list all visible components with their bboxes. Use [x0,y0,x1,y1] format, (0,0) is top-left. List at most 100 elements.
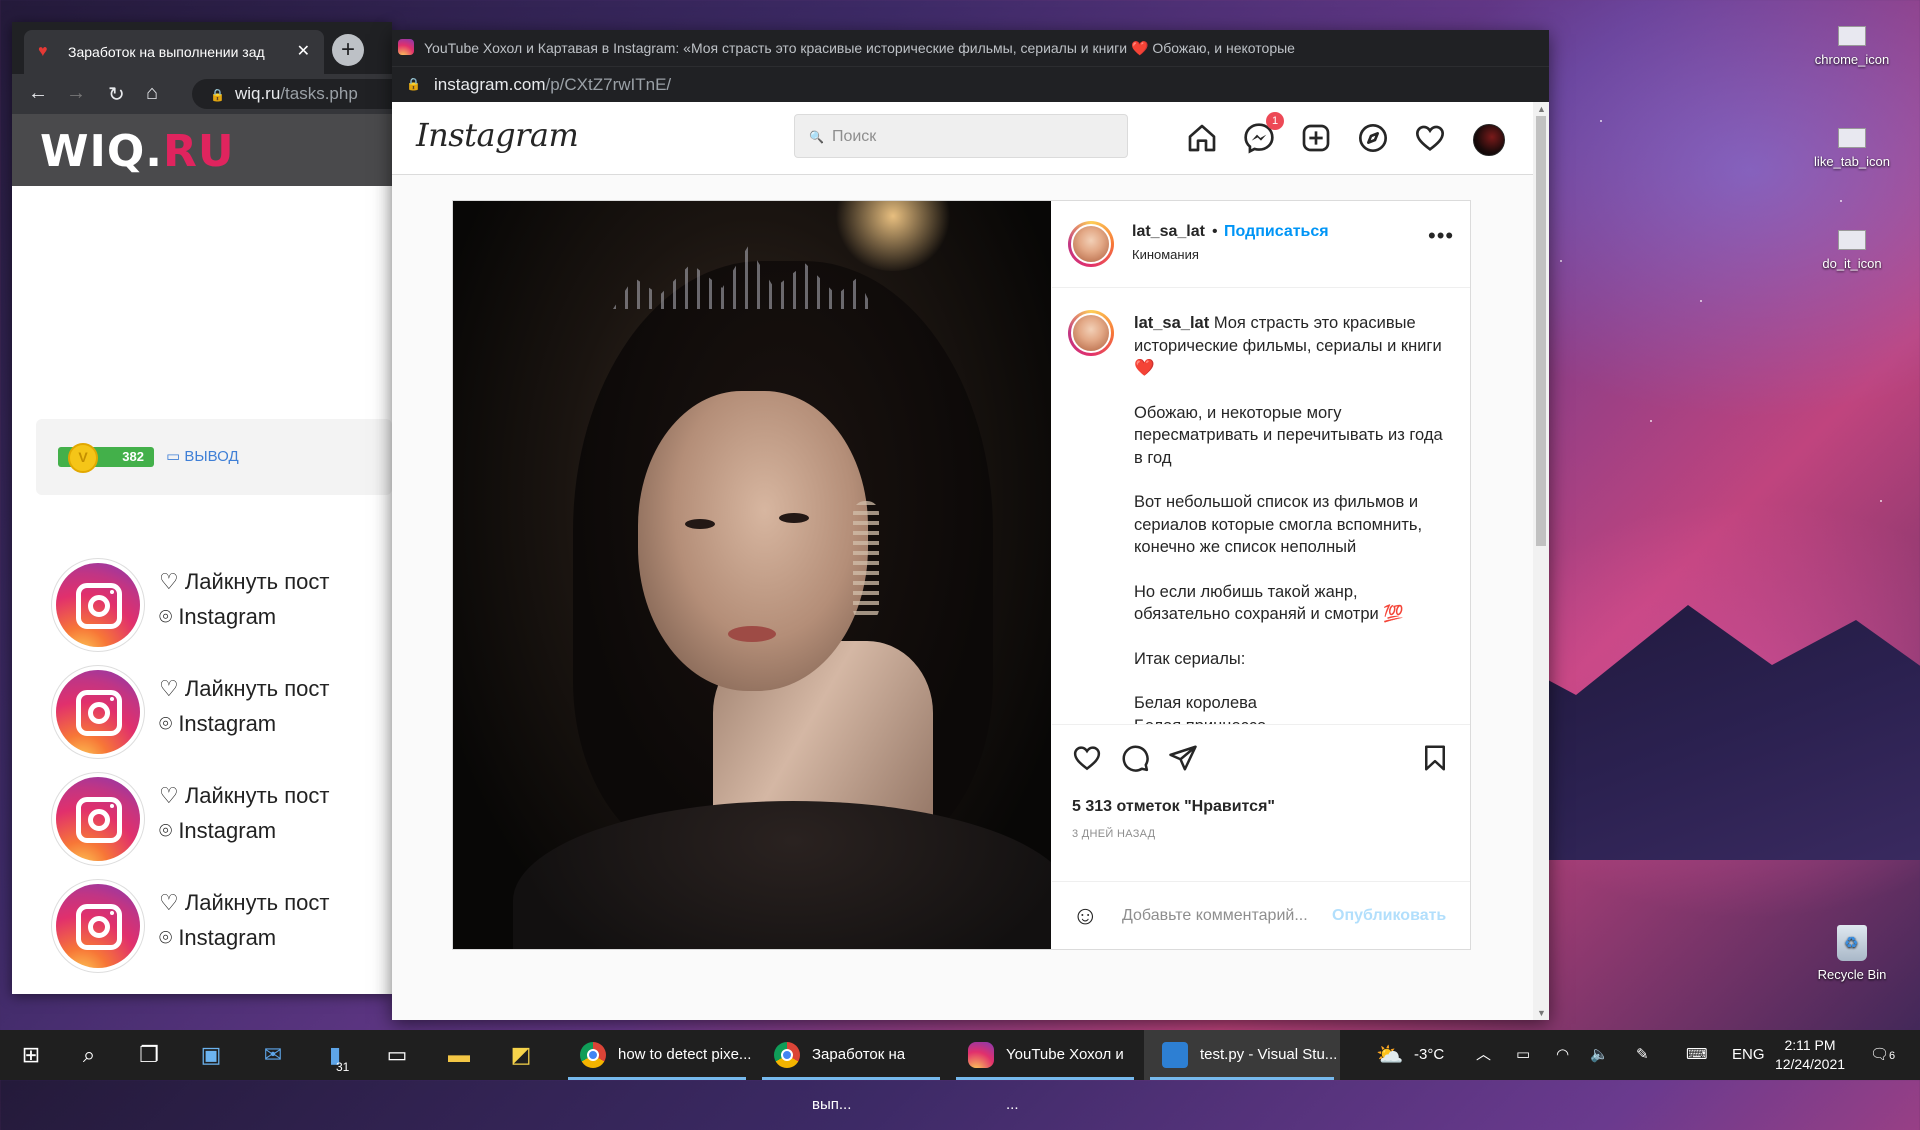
calendar-icon[interactable]: ▮ 31 [322,1042,349,1074]
notification-center-icon[interactable]: 🗨6 [1870,1030,1895,1080]
site-header: WIQ.RU [12,114,392,186]
lock-icon: 🔒 [210,88,225,102]
pen-icon[interactable]: ✎ [1636,1030,1649,1080]
reload-icon[interactable]: ↻ [108,82,125,107]
home-icon[interactable] [1186,122,1218,154]
caption-username[interactable]: lat_sa_lat [1134,314,1209,332]
separator-dot: • [1212,223,1218,240]
instagram-small-icon: ⌾ [159,925,179,950]
publish-button[interactable]: Опубликовать [1332,907,1446,925]
task-action: ♡ Лайкнуть пост [159,676,330,701]
author-subtitle: Киномания [1132,247,1199,262]
vscode-icon [1162,1042,1188,1068]
task-action: ♡ Лайкнуть пост [159,783,330,808]
mail-icon[interactable]: ✉ [260,1042,286,1068]
desktop-icon-recycle-bin[interactable]: Recycle Bin [1797,925,1907,982]
explore-icon[interactable] [1357,122,1389,154]
url-text: instagram.com/p/CXtZ7rwITnE/ [434,75,672,94]
taskbar-app[interactable]: test.py - Visual Stu... [1144,1030,1340,1080]
caption-paragraph: Итак сериалы: [1134,649,1246,668]
likes-count[interactable]: 5 313 отметок "Нравится" [1072,798,1275,816]
wifi-icon[interactable]: ◠ [1556,1030,1569,1080]
chrome-icon [774,1042,800,1068]
caption-paragraph: Обожаю, и некоторые могу пересматривать … [1134,403,1443,467]
task-action: ♡ Лайкнуть пост [159,569,330,594]
forward-icon[interactable]: → [66,82,86,105]
instagram-logo-icon [56,777,140,861]
taskbar-app[interactable]: how to detect pixe... [562,1030,752,1080]
show-hidden-icons-icon[interactable]: ︿ [1476,1030,1491,1080]
wiq-logo[interactable]: WIQ.RU [40,126,235,177]
volume-icon[interactable]: 🔈 [1590,1030,1609,1080]
author-username[interactable]: lat_sa_lat [1132,223,1205,241]
search-input[interactable]: 🔍 Поиск [794,114,1128,158]
windows-start-icon[interactable]: ⊞ [18,1042,44,1068]
post-time[interactable]: 3 ДНЕЙ НАЗАД [1072,828,1155,840]
close-tab-icon[interactable]: ✕ [297,41,310,61]
taskbar-app[interactable]: YouTube Хохол и ... [950,1030,1140,1113]
wallet-icon: ▭ [166,448,185,465]
save-bookmark-icon[interactable] [1420,743,1450,773]
lock-icon: 🔒 [406,77,421,91]
follow-button[interactable]: Подписаться [1224,223,1329,241]
instagram-small-icon: ⌾ [159,818,179,843]
file-explorer-icon[interactable]: ▬ [446,1042,472,1068]
contacts-app-icon[interactable]: ▣ [198,1042,224,1068]
post-image[interactable] [453,201,1051,949]
new-post-icon[interactable] [1300,122,1332,154]
activity-heart-icon[interactable] [1414,122,1446,154]
author-avatar[interactable] [1068,221,1114,267]
battery-icon[interactable]: ▭ [1516,1030,1530,1080]
task-item[interactable]: ♡ Лайкнуть пост ⌾ Instagram [44,557,384,653]
new-tab-button[interactable]: + [332,34,364,66]
taskbar-app[interactable]: Заработок на вып... [756,1030,946,1113]
file-icon [1838,128,1866,148]
language-indicator[interactable]: ENG [1732,1030,1765,1080]
post-actions: 5 313 отметок "Нравится" 3 ДНЕЙ НАЗАД [1052,724,1470,850]
window-title: YouTube Хохол и Картавая в Instagram: «М… [424,40,1295,56]
terminal-icon[interactable]: ▭ [384,1042,410,1068]
desktop-icon-like-tab[interactable]: like_tab_icon [1797,128,1907,169]
task-item[interactable]: ♡ Лайкнуть пост ⌾ Instagram [44,878,384,974]
chrome-icon [580,1042,606,1068]
task-action: ♡ Лайкнуть пост [159,890,330,915]
sticky-notes-icon[interactable]: ◩ [508,1042,534,1068]
balance-panel: 382 V ▭ ВЫВОД [36,419,392,495]
task-view-icon[interactable]: ❐ [136,1042,162,1068]
post-header: lat_sa_lat • Подписаться Киномания ••• [1052,201,1470,288]
back-icon[interactable]: ← [28,82,48,105]
comment-icon[interactable] [1120,743,1150,773]
like-heart-icon[interactable] [1072,743,1102,773]
keyboard-icon[interactable]: ⌨ [1686,1030,1708,1080]
desktop-icon-label: Recycle Bin [1817,967,1887,982]
scrollbar-thumb[interactable] [1536,116,1546,546]
address-bar[interactable]: 🔒 wiq.ru/tasks.php [192,79,392,109]
instagram-wordmark[interactable]: Instagram [416,116,579,154]
window-title-bar: YouTube Хохол и Картавая в Instagram: «М… [392,30,1549,66]
page-scrollbar[interactable]: ▲ ▼ [1533,102,1549,1020]
desktop-icon-label: do_it_icon [1822,256,1882,271]
profile-avatar[interactable] [1473,124,1505,156]
clock-date: 12/24/2021 [1774,1056,1846,1072]
emoji-icon[interactable]: ☺ [1072,900,1099,931]
desktop-icon-do-it[interactable]: do_it_icon [1797,230,1907,271]
weather-temp[interactable]: -3°C [1414,1030,1444,1080]
search-icon[interactable]: ⌕ [76,1042,102,1068]
instagram-small-icon: ⌾ [159,604,179,629]
clock[interactable]: 2:11 PM 12/24/2021 [1770,1036,1850,1074]
withdraw-link[interactable]: ▭ ВЫВОД [166,447,239,465]
url-path: /tasks.php [280,84,358,103]
messages-badge: 1 [1266,112,1284,130]
tab-wiq[interactable]: ♥ Заработок на выполнении зад ✕ [24,30,324,74]
desktop-icon-chrome[interactable]: chrome_icon [1797,26,1907,67]
tab-bar: ♥ Заработок на выполнении зад ✕ + [12,22,392,74]
task-item[interactable]: ♡ Лайкнуть пост ⌾ Instagram [44,664,384,760]
address-bar[interactable]: 🔒 instagram.com/p/CXtZ7rwITnE/ [392,66,1549,103]
weather-icon[interactable]: ⛅ [1376,1030,1403,1080]
home-icon[interactable]: ⌂ [146,82,158,105]
share-icon[interactable] [1168,743,1198,773]
more-options-icon[interactable]: ••• [1428,223,1454,249]
task-item[interactable]: ♡ Лайкнуть пост ⌾ Instagram [44,771,384,867]
caption-avatar[interactable] [1068,310,1114,356]
comment-input[interactable]: Добавьте комментарий... [1122,907,1308,925]
